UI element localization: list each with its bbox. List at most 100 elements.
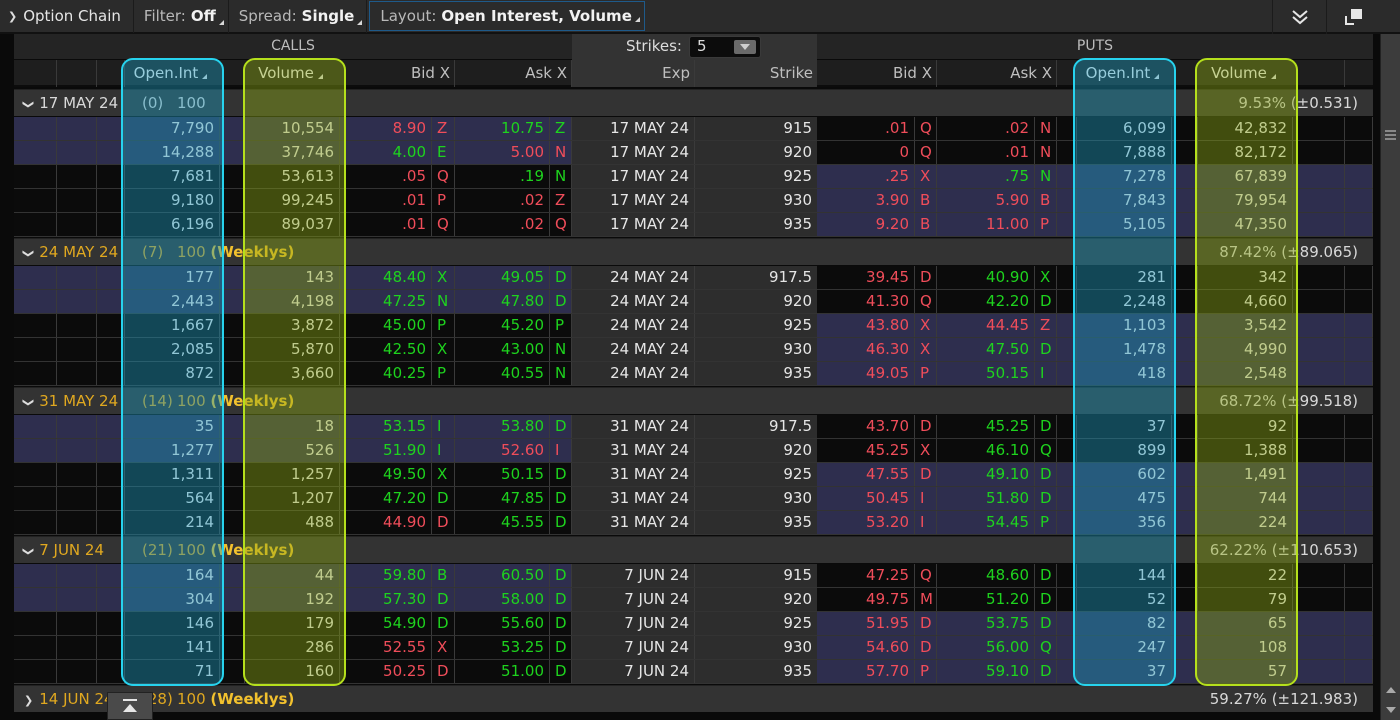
menu-button[interactable] <box>1272 0 1326 34</box>
call-ask[interactable]: 60.50 <box>455 564 550 587</box>
call-ask[interactable]: 40.55 <box>455 362 550 385</box>
call-bid-exchange[interactable]: X <box>432 463 455 486</box>
put-bid-exchange[interactable]: P <box>915 660 937 683</box>
calls-volume-header[interactable]: Volume <box>245 60 340 87</box>
call-bid[interactable]: 48.40 <box>340 266 432 289</box>
put-ask[interactable]: 40.90 <box>937 266 1035 289</box>
put-bid-exchange[interactable]: D <box>915 636 937 659</box>
put-ask-exchange[interactable]: X <box>1035 266 1057 289</box>
put-ask[interactable]: 56.00 <box>937 636 1035 659</box>
put-bid[interactable]: 50.45 <box>817 487 915 510</box>
put-ask-exchange[interactable]: D <box>1035 660 1057 683</box>
put-ask[interactable]: 5.90 <box>937 189 1035 212</box>
call-bid[interactable]: .01 <box>340 213 432 236</box>
option-row[interactable]: 164 44 59.80 B 60.50 D 7 JUN 24 915 47.25 Q 48.60 D… <box>14 564 1373 588</box>
call-ask[interactable]: 5.00 <box>455 141 550 164</box>
option-chain-title[interactable]: ❯ Option Chain <box>0 0 134 33</box>
call-ask-exchange[interactable]: D <box>550 588 572 611</box>
dropdown-arrow-icon[interactable] <box>734 40 756 54</box>
call-bid[interactable]: 54.90 <box>340 612 432 635</box>
expiration-group-header[interactable]: ❯ 14 JUN 24 (28) 100 (Weeklys) 59.27% (±121.… <box>14 685 1373 712</box>
put-bid[interactable]: 54.60 <box>817 636 915 659</box>
call-bid-exchange[interactable]: B <box>432 564 455 587</box>
put-ask-exchange[interactable]: D <box>1035 487 1057 510</box>
column-header-blank[interactable] <box>57 60 97 87</box>
call-bid-exchange[interactable]: D <box>432 660 455 683</box>
call-ask-exchange[interactable]: D <box>550 487 572 510</box>
call-ask[interactable]: 45.20 <box>455 314 550 337</box>
call-ask-exchange[interactable]: N <box>550 141 572 164</box>
chevron-down-icon[interactable]: ❯ <box>15 398 42 407</box>
call-bid-exchange[interactable]: Q <box>432 213 455 236</box>
chevron-right-icon[interactable]: ❯ <box>24 687 33 714</box>
call-ask-exchange[interactable]: Q <box>550 213 572 236</box>
put-bid-exchange[interactable]: M <box>915 588 937 611</box>
put-bid[interactable]: 9.20 <box>817 213 915 236</box>
scroll-to-top-button[interactable] <box>107 692 153 720</box>
put-bid-exchange[interactable]: Q <box>915 141 937 164</box>
put-bid[interactable]: 43.70 <box>817 415 915 438</box>
put-bid[interactable]: 0 <box>817 141 915 164</box>
expiration-group-header[interactable]: ❯ 17 MAY 24 (0) 100 9.53% (±0.531) <box>14 89 1373 116</box>
call-ask[interactable]: .19 <box>455 165 550 188</box>
call-bid-exchange[interactable]: I <box>432 415 455 438</box>
call-bid-exchange[interactable]: Q <box>432 165 455 188</box>
scroll-up-icon[interactable] <box>1386 687 1396 693</box>
column-header-blank[interactable] <box>1293 60 1345 87</box>
call-bid[interactable]: 44.90 <box>340 511 432 534</box>
put-ask[interactable]: 47.50 <box>937 338 1035 361</box>
put-ask-exchange[interactable]: Q <box>1035 636 1057 659</box>
put-ask-exchange[interactable]: D <box>1035 564 1057 587</box>
call-ask[interactable]: 58.00 <box>455 588 550 611</box>
call-bid-exchange[interactable]: P <box>432 362 455 385</box>
call-bid[interactable]: 50.25 <box>340 660 432 683</box>
puts-open-int-header[interactable]: Open.Int <box>1077 60 1172 87</box>
call-ask[interactable]: 47.85 <box>455 487 550 510</box>
expiration-date[interactable]: ❯ 14 JUN 24 <box>24 686 114 714</box>
calls-open-int-header[interactable]: Open.Int <box>125 60 220 87</box>
call-ask[interactable]: 49.05 <box>455 266 550 289</box>
put-ask[interactable]: 45.25 <box>937 415 1035 438</box>
put-bid-exchange[interactable]: X <box>915 439 937 462</box>
call-ask[interactable]: 43.00 <box>455 338 550 361</box>
put-ask-exchange[interactable]: N <box>1035 165 1057 188</box>
call-ask[interactable]: 53.80 <box>455 415 550 438</box>
call-bid-exchange[interactable]: E <box>432 141 455 164</box>
vertical-scrollbar[interactable] <box>1380 34 1400 720</box>
puts-ask-header[interactable]: Ask X <box>937 60 1057 87</box>
put-bid-exchange[interactable]: I <box>915 511 937 534</box>
call-bid-exchange[interactable]: P <box>432 314 455 337</box>
put-bid-exchange[interactable]: Q <box>915 117 937 140</box>
call-bid[interactable]: 45.00 <box>340 314 432 337</box>
put-ask[interactable]: .02 <box>937 117 1035 140</box>
calls-bid-header[interactable]: Bid X <box>340 60 455 87</box>
expiration-group-header[interactable]: ❯ 7 JUN 24 (21) 100 (Weeklys) 62.22% (±110.6… <box>14 536 1373 563</box>
puts-volume-header[interactable]: Volume <box>1198 60 1293 87</box>
call-bid-exchange[interactable]: X <box>432 636 455 659</box>
option-row[interactable]: 141 286 52.55 X 53.25 D 7 JUN 24 930 54.60 D 56.00… <box>14 636 1373 660</box>
chevron-down-icon[interactable]: ❯ <box>15 249 42 258</box>
call-ask[interactable]: .02 <box>455 213 550 236</box>
puts-bid-header[interactable]: Bid X <box>817 60 937 87</box>
call-ask-exchange[interactable]: Z <box>550 117 572 140</box>
expiration-date[interactable]: ❯ 17 MAY 24 <box>22 90 118 118</box>
put-ask-exchange[interactable]: D <box>1035 338 1057 361</box>
put-ask-exchange[interactable]: B <box>1035 189 1057 212</box>
put-bid[interactable]: 53.20 <box>817 511 915 534</box>
chevron-down-icon[interactable]: ❯ <box>15 547 42 556</box>
option-row[interactable]: 9,180 99,245.01 P .02 Z 17 MAY 24 930 3.90 B 5.90… <box>14 189 1373 213</box>
column-header-blank[interactable] <box>14 60 57 87</box>
option-row[interactable]: 1,277 526 51.90 I 52.60 I 31 MAY 24 920 45.25 X 46… <box>14 439 1373 463</box>
popout-button[interactable] <box>1326 0 1380 34</box>
call-ask[interactable]: 51.00 <box>455 660 550 683</box>
put-ask-exchange[interactable]: N <box>1035 141 1057 164</box>
call-ask-exchange[interactable]: D <box>550 511 572 534</box>
put-ask-exchange[interactable]: D <box>1035 290 1057 313</box>
option-row[interactable]: 146 179 54.90 D 55.60 D 7 JUN 24 925 51.95 D 53.75… <box>14 612 1373 636</box>
put-ask[interactable]: 51.20 <box>937 588 1035 611</box>
call-ask-exchange[interactable]: D <box>550 612 572 635</box>
call-ask[interactable]: 10.75 <box>455 117 550 140</box>
call-bid[interactable]: 8.90 <box>340 117 432 140</box>
option-row[interactable]: 564 1,207 47.20 D 47.85 D 31 MAY 24 930 50.45 I 51… <box>14 487 1373 511</box>
expiration-date[interactable]: ❯ 24 MAY 24 <box>22 239 118 267</box>
